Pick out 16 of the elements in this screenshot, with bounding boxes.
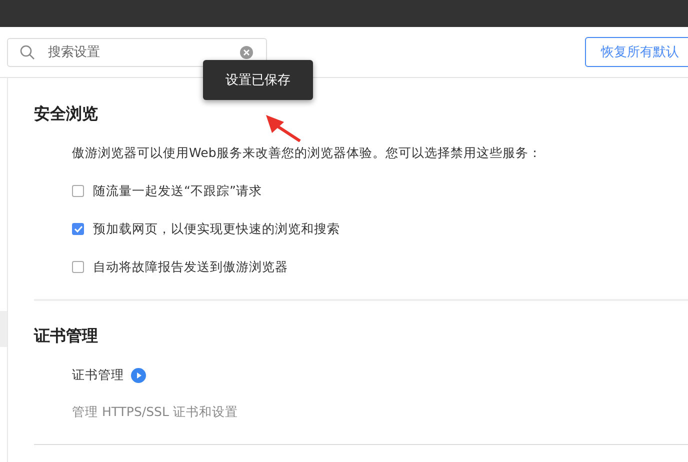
clear-icon[interactable] xyxy=(240,46,253,58)
certificate-link[interactable]: 证书管理 xyxy=(72,365,124,385)
play-icon[interactable] xyxy=(131,368,146,382)
search-field[interactable]: 搜索设置 xyxy=(7,38,267,66)
checkbox-label: 预加载网页，以便实现更快速的浏览和搜索 xyxy=(93,220,340,238)
section-description: 傲游浏览器可以使用Web服务来改善您的浏览器体验。您可以选择禁用这些服务： xyxy=(72,144,542,162)
checkbox[interactable] xyxy=(72,185,84,197)
toast-message: 设置已保存 xyxy=(203,60,313,100)
checkbox-label: 随流量一起发送“不跟踪”请求 xyxy=(93,182,262,200)
search-icon xyxy=(20,44,35,60)
checkbox[interactable] xyxy=(72,261,84,273)
section-heading: 安全浏览 xyxy=(34,103,99,125)
section-heading: 证书管理 xyxy=(34,325,99,347)
checkbox-label: 自动将故障报告发送到傲游浏览器 xyxy=(93,258,288,276)
checkbox[interactable] xyxy=(72,223,84,235)
section-note: 管理 HTTPS/SSL 证书和设置 xyxy=(72,403,239,421)
